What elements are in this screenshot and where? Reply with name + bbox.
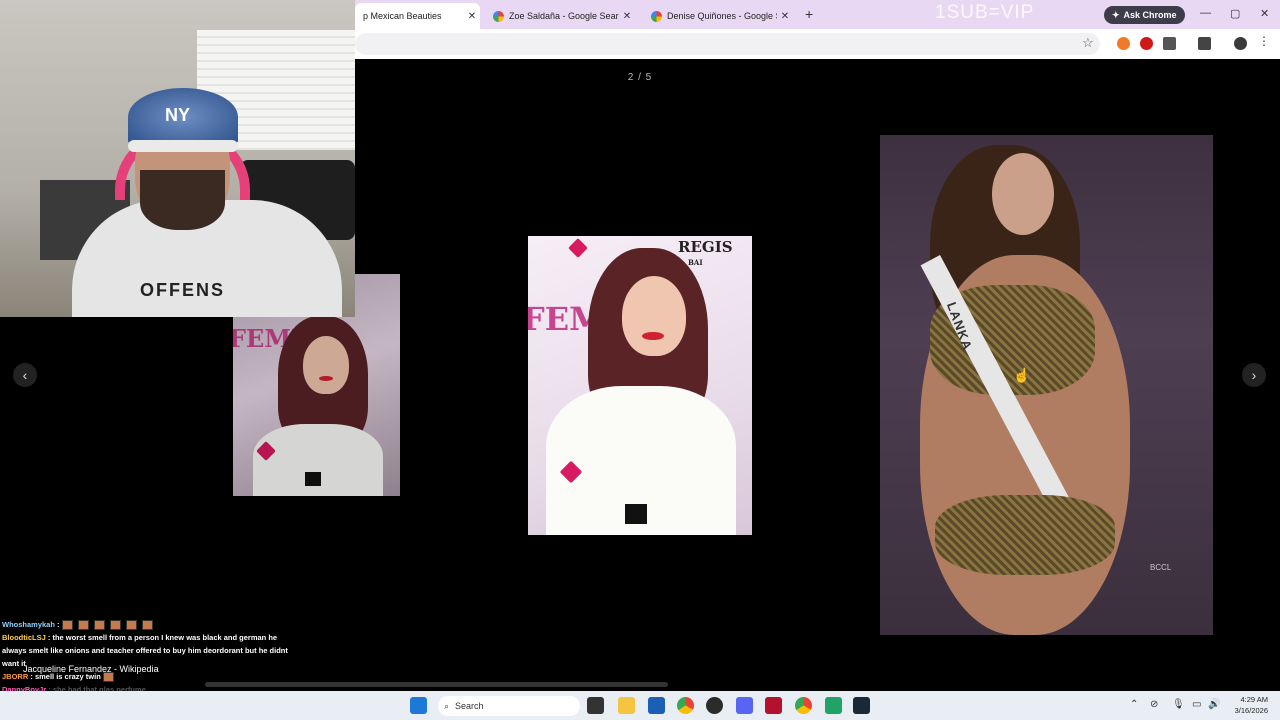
tray-chevron-icon[interactable]: ⌃ <box>1130 699 1138 710</box>
chat-message: always smelt like onions and teacher off… <box>2 644 312 657</box>
prev-image-button[interactable]: ‹ <box>13 363 37 387</box>
task-view-icon[interactable] <box>587 697 604 714</box>
sidepanel-icon[interactable] <box>1198 37 1211 50</box>
windows-taskbar: ⌕ Search ⌃ ⊘ 🎙 ▭ 🔊 4:29 AM 3/16/2026 <box>0 691 1280 720</box>
chat-username: BloodticLSJ <box>2 633 46 642</box>
minimize-button[interactable]: — <box>1200 7 1211 19</box>
extension-icon[interactable] <box>1117 37 1130 50</box>
profile-avatar[interactable] <box>1234 37 1247 50</box>
tab-denise-quinones[interactable]: Denise Quiñones - Google Sea ✕ <box>643 3 793 29</box>
ask-chrome-label: Ask Chrome <box>1123 10 1177 20</box>
photo-lips <box>319 376 333 381</box>
next-image-button[interactable]: › <box>1242 363 1266 387</box>
excel-icon[interactable] <box>825 697 842 714</box>
obs-icon[interactable] <box>706 697 723 714</box>
ask-chrome-button[interactable]: ✦ Ask Chrome <box>1104 6 1185 24</box>
screen: p Mexican Beauties ✕ Zoe Saldaña - Googl… <box>0 0 1280 720</box>
browser-tab-strip: p Mexican Beauties ✕ Zoe Saldaña - Googl… <box>355 0 1280 29</box>
photo-belt <box>305 472 321 486</box>
tab-zoe-saldana[interactable]: Zoe Saldaña - Google Search ✕ <box>485 3 635 29</box>
image-counter: 2 / 5 <box>627 72 653 83</box>
acrobat-icon[interactable] <box>765 697 782 714</box>
network-icon[interactable]: ⊘ <box>1150 699 1158 710</box>
opera-icon[interactable] <box>1140 37 1153 50</box>
mic-icon[interactable]: 🎙 <box>1172 699 1185 710</box>
horizontal-scrollbar[interactable] <box>205 682 668 687</box>
emote-icon <box>141 620 153 631</box>
emote-icon <box>93 620 105 631</box>
store-icon[interactable] <box>648 697 665 714</box>
cap-logo: NY <box>165 105 191 125</box>
start-icon[interactable] <box>410 697 427 714</box>
clock-time: 4:29 AM <box>1240 695 1268 704</box>
tab-mexican-beauties[interactable]: p Mexican Beauties ✕ <box>355 3 480 29</box>
current-photo[interactable]: REGIS BAI FEMI <box>528 236 752 535</box>
sparkle-icon: ✦ <box>1112 9 1120 20</box>
link-tooltip: Jacqueline Fernandez - Wikipedia <box>23 664 159 674</box>
photo-flower <box>568 238 588 258</box>
clock-date: 3/16/2026 <box>1234 706 1268 715</box>
file-explorer-icon[interactable] <box>618 697 635 714</box>
chat-username: Whoshamykah <box>2 620 55 629</box>
star-icon[interactable]: ☆ <box>1082 35 1094 51</box>
chrome-active-icon[interactable] <box>795 697 812 714</box>
chat-message: Whoshamykah : <box>2 618 312 631</box>
browser-toolbar: ☆ ⋮ <box>355 29 1280 59</box>
taskbar-search[interactable]: ⌕ Search <box>438 696 580 716</box>
close-window-button[interactable]: ✕ <box>1260 7 1269 20</box>
emote-icon <box>109 620 121 631</box>
webcam-overlay: OFFENS NY <box>0 0 355 317</box>
stream-watermark: 1SUB=VIP <box>935 2 1035 23</box>
chrome-icon[interactable] <box>677 697 694 714</box>
tab-label: p Mexican Beauties <box>363 11 442 21</box>
new-tab-button[interactable]: + <box>805 6 813 22</box>
system-clock[interactable]: 4:29 AM 3/16/2026 <box>1224 694 1268 716</box>
chat-text: always smelt like onions and teacher off… <box>2 646 288 655</box>
tab-label: Denise Quiñones - Google Sea <box>667 11 777 21</box>
close-tab-icon[interactable]: ✕ <box>619 11 635 22</box>
maximize-button[interactable]: ▢ <box>1230 7 1240 20</box>
google-icon <box>651 10 662 22</box>
volume-icon[interactable]: 🔊 <box>1208 699 1220 710</box>
photo-face <box>992 153 1054 235</box>
emote-icon <box>125 620 137 631</box>
mouse-cursor-icon: ☝ <box>1013 367 1031 383</box>
photo-brand-sub: BAI <box>688 258 703 267</box>
emote-icon <box>77 620 89 631</box>
photo-belt <box>625 504 647 524</box>
photo-face <box>303 336 349 394</box>
chat-message: BloodticLSJ : the worst smell from a per… <box>2 631 312 644</box>
photo-face <box>622 276 686 356</box>
address-bar[interactable] <box>355 33 1100 55</box>
more-menu-icon[interactable]: ⋮ <box>1258 34 1271 48</box>
tab-label: Zoe Saldaña - Google Search <box>509 11 619 21</box>
display-icon[interactable]: ▭ <box>1192 699 1201 710</box>
close-tab-icon[interactable]: ✕ <box>464 11 480 22</box>
photo-bikini-bottom <box>935 495 1115 575</box>
chat-text: : the worst smell from a person I knew w… <box>47 633 278 642</box>
chat-text: : <box>57 620 60 629</box>
next-photo-preview[interactable]: LANKA BCCL <box>880 135 1213 635</box>
cap-brim <box>128 140 238 152</box>
steam-icon[interactable] <box>853 697 870 714</box>
photo-lips <box>642 332 664 340</box>
puzzle-icon[interactable] <box>1163 37 1176 50</box>
photo-brand-text: REGIS <box>678 238 733 256</box>
emote-icon <box>61 620 73 631</box>
streamer-beard <box>140 170 225 230</box>
search-placeholder: Search <box>455 701 484 711</box>
close-tab-icon[interactable]: ✕ <box>777 11 793 22</box>
google-icon <box>493 10 504 22</box>
shirt-print: OFFENS <box>140 280 226 300</box>
photo-credit: BCCL <box>1150 563 1172 572</box>
discord-icon[interactable] <box>736 697 753 714</box>
search-icon: ⌕ <box>444 700 450 711</box>
